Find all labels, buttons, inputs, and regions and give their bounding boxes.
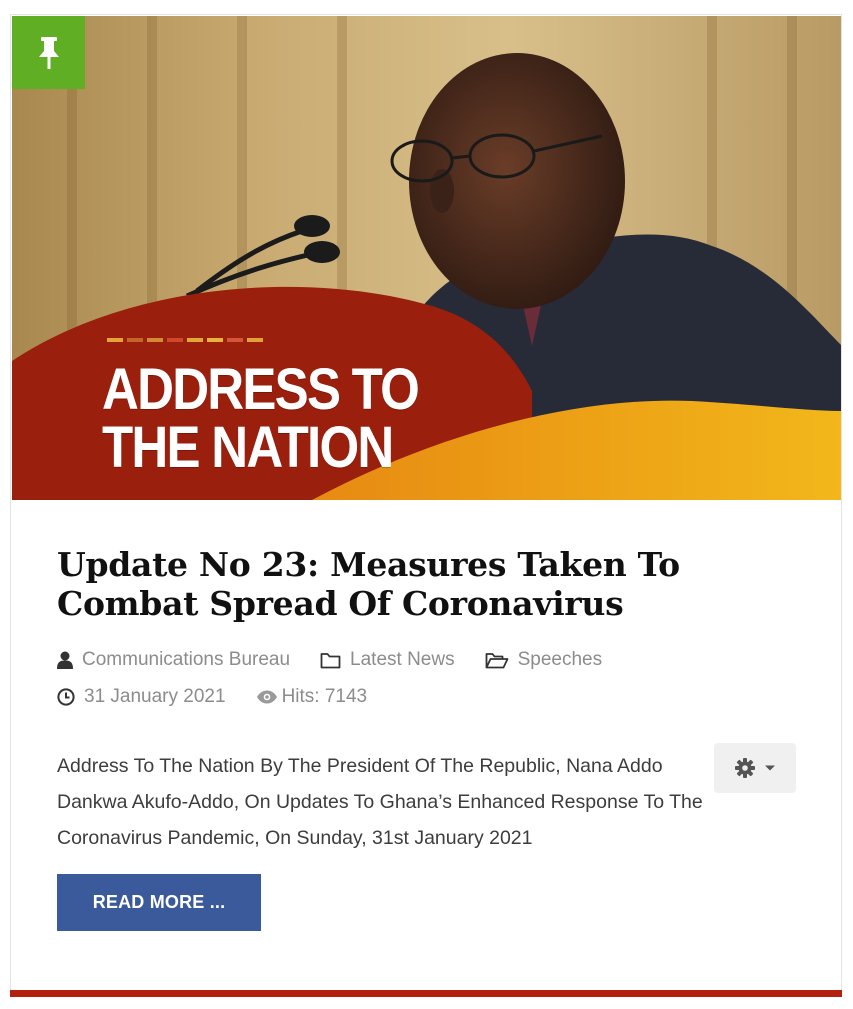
article-meta-row-2: 31 January 2021 Hits: 7143 (57, 686, 397, 708)
folder-icon (320, 652, 341, 669)
clock-icon (57, 688, 75, 706)
article-tools-button[interactable] (714, 743, 796, 793)
subcategory-link[interactable]: Speeches (518, 649, 603, 671)
image-banner-text: ADDRESS TO THE NATION (102, 357, 420, 480)
article-card: ADDRESS TO THE NATION Update No 23: Meas… (10, 14, 842, 995)
caret-down-icon (765, 765, 775, 771)
category-link[interactable]: Latest News (350, 649, 455, 671)
publish-date: 31 January 2021 (84, 686, 226, 707)
folder-open-icon (485, 652, 509, 669)
article-intro: Address To The Nation By The President O… (57, 755, 703, 849)
pushpin-icon (38, 36, 59, 69)
article-meta-row-1: Communications Bureau Latest News Speech… (57, 649, 632, 671)
banner-stripes (107, 338, 263, 342)
user-icon (57, 651, 73, 669)
article-image[interactable]: ADDRESS TO THE NATION (12, 16, 841, 500)
read-more-button[interactable]: READ MORE ... (57, 874, 261, 931)
featured-pin-badge (12, 16, 85, 89)
meta-date: 31 January 2021 (57, 686, 226, 708)
banner-line-2: THE NATION (102, 415, 394, 480)
eye-icon (256, 690, 278, 704)
banner-line-1: ADDRESS TO (102, 357, 420, 422)
gear-icon (735, 758, 755, 778)
meta-hits: Hits: 7143 (256, 686, 368, 708)
article-title[interactable]: Update No 23: Measures Taken To Combat S… (57, 545, 777, 623)
hits-count: Hits: 7143 (281, 686, 368, 707)
meta-category[interactable]: Latest News (320, 649, 455, 671)
author-name: Communications Bureau (82, 649, 291, 670)
card-bottom-border (10, 990, 842, 997)
meta-subcategory[interactable]: Speeches (485, 649, 603, 671)
meta-author: Communications Bureau (57, 649, 290, 671)
